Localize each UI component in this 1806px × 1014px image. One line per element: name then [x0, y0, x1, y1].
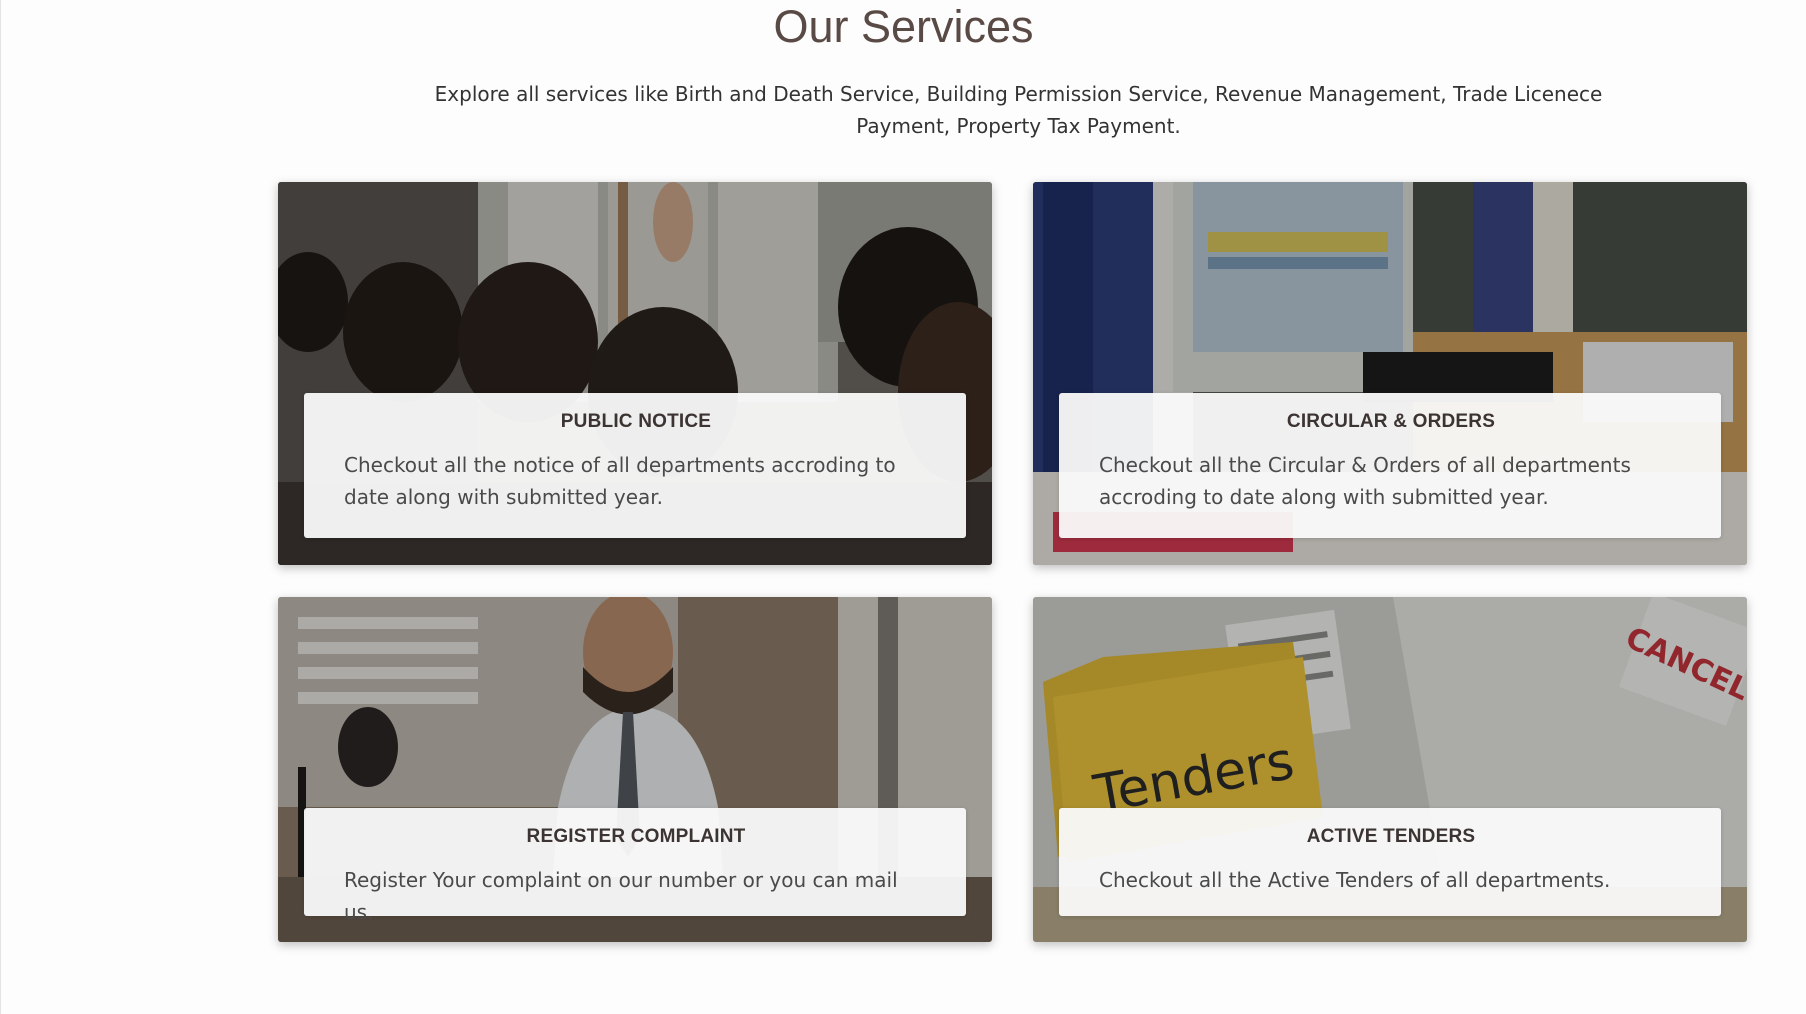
service-card-public-notice[interactable]: PUBLIC NOTICE Checkout all the notice of…	[278, 182, 992, 565]
section-subtitle: Explore all services like Birth and Deat…	[434, 82, 1603, 138]
service-card-circular-orders[interactable]: CIRCULAR & ORDERS Checkout all the Circu…	[1033, 182, 1747, 565]
card-panel: CIRCULAR & ORDERS Checkout all the Circu…	[1059, 393, 1721, 538]
card-panel: REGISTER COMPLAINT Register Your complai…	[304, 808, 966, 924]
card-description: Checkout all the Circular & Orders of al…	[1099, 453, 1631, 509]
section-title: Our Services	[773, 1, 1034, 52]
card-description: Checkout all the notice of all departmen…	[344, 453, 896, 509]
card-panel: ACTIVE TENDERS Checkout all the Active T…	[1059, 808, 1721, 916]
services-section: Our Services Explore all services like B…	[0, 0, 1806, 1014]
card-panel: PUBLIC NOTICE Checkout all the notice of…	[304, 393, 966, 538]
card-description: Register Your complaint on our number or…	[344, 868, 898, 924]
service-card-register-complaint[interactable]: REGISTER COMPLAINT Register Your complai…	[278, 597, 992, 942]
card-title[interactable]: REGISTER COMPLAINT	[344, 826, 928, 848]
card-title[interactable]: CIRCULAR & ORDERS	[1099, 411, 1683, 433]
service-card-active-tenders[interactable]: Tenders CANCEL ACTIVE TENDERS Checkout a…	[1033, 597, 1747, 942]
card-description: Checkout all the Active Tenders of all d…	[1099, 868, 1611, 892]
card-title[interactable]: ACTIVE TENDERS	[1099, 826, 1683, 848]
card-title[interactable]: PUBLIC NOTICE	[344, 411, 928, 433]
